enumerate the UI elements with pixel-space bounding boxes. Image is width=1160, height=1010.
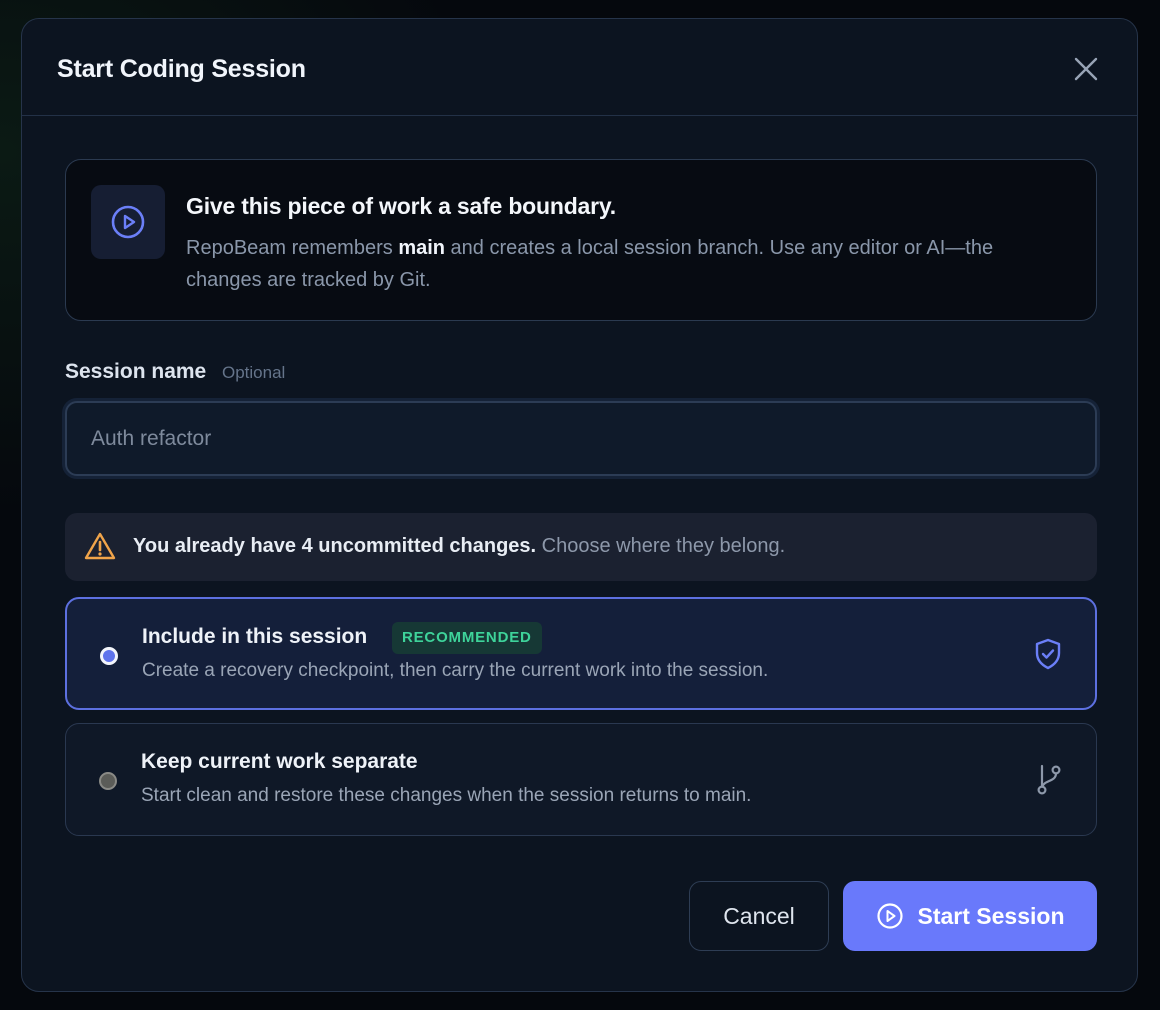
uncommitted-changes-warning: You already have 4 uncommitted changes. … bbox=[65, 513, 1097, 581]
warning-triangle-icon bbox=[84, 532, 116, 560]
option-include-title: Include in this session bbox=[142, 625, 368, 648]
option-include-in-session[interactable]: Include in this session RECOMMENDED Crea… bbox=[65, 597, 1097, 710]
info-icon-box bbox=[91, 185, 165, 259]
option-keep-separate-title: Keep current work separate bbox=[141, 750, 418, 773]
cancel-button[interactable]: Cancel bbox=[689, 881, 829, 951]
info-card: Give this piece of work a safe boundary.… bbox=[65, 159, 1097, 321]
warning-rest: Choose where they belong. bbox=[536, 535, 786, 557]
shield-check-icon bbox=[1035, 638, 1061, 670]
warning-strong: You already have 4 uncommitted changes. bbox=[133, 535, 537, 557]
info-body-prefix: RepoBeam remembers bbox=[186, 237, 399, 259]
session-name-optional-hint: Optional bbox=[222, 363, 286, 382]
info-heading: Give this piece of work a safe boundary. bbox=[186, 193, 616, 219]
option-keep-separate-description: Start clean and restore these changes wh… bbox=[141, 785, 752, 806]
session-name-input[interactable] bbox=[65, 401, 1097, 476]
start-session-dialog: Start Coding Session Give this piece of … bbox=[21, 18, 1138, 992]
session-name-label: Session name bbox=[65, 360, 207, 383]
radio-keep-separate[interactable] bbox=[99, 772, 117, 790]
option-include-description: Create a recovery checkpoint, then carry… bbox=[142, 660, 769, 681]
radio-include-selected[interactable] bbox=[100, 647, 118, 665]
start-session-label: Start Session bbox=[917, 902, 1065, 929]
recommended-badge: RECOMMENDED bbox=[392, 622, 542, 654]
info-body-branch: main bbox=[398, 237, 445, 259]
dialog-title: Start Coding Session bbox=[57, 55, 306, 83]
start-session-button[interactable]: Start Session bbox=[843, 881, 1097, 951]
option-keep-separate[interactable]: Keep current work separate Start clean a… bbox=[65, 723, 1097, 836]
close-icon bbox=[1074, 57, 1098, 81]
warning-text: You already have 4 uncommitted changes. … bbox=[133, 535, 785, 558]
dialog-header: Start Coding Session bbox=[22, 19, 1137, 116]
close-button[interactable] bbox=[1073, 56, 1099, 82]
git-branch-icon bbox=[1037, 764, 1061, 795]
play-circle-icon bbox=[111, 205, 145, 239]
play-circle-icon bbox=[876, 903, 903, 929]
info-body: RepoBeam remembers main and creates a lo… bbox=[186, 232, 1066, 296]
